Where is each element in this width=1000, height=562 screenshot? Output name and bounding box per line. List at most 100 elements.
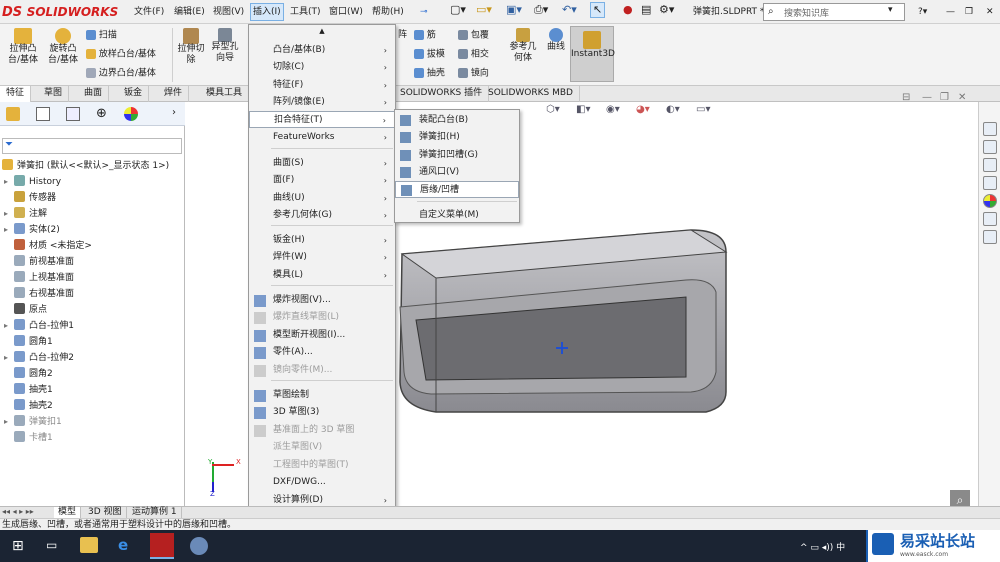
pin-icon[interactable]: ⊸ (420, 5, 428, 19)
display-manager-tab-icon[interactable] (124, 107, 138, 121)
insert-menu-item[interactable]: 钣金(H) › (249, 232, 395, 249)
insert-menu-item[interactable]: 3D 草图(3) (249, 404, 395, 421)
print-icon[interactable]: ⎙▾ (534, 3, 548, 17)
boundary-boss-button[interactable]: 边界凸台/基体 (86, 68, 156, 80)
edge-browser-icon[interactable]: e (118, 536, 128, 554)
insert-menu-item[interactable]: 特征(F) › (249, 77, 395, 94)
submenu-item[interactable]: 装配凸台(B) (395, 112, 519, 129)
insert-menu-item[interactable]: DXF/DWG... (249, 474, 395, 491)
undo-icon[interactable]: ↶▾ (562, 3, 577, 17)
insert-menu-item[interactable]: 参考几何体(G) › (249, 207, 395, 224)
insert-menu-item[interactable]: 扣合特征(T) › (249, 111, 395, 128)
config-manager-tab-icon[interactable] (66, 107, 80, 121)
extrude-cut-button[interactable]: 拉伸切 除 (174, 28, 208, 66)
intersect-button[interactable]: 相交 (458, 49, 489, 61)
insert-menu-item[interactable]: 阵列/镜像(E) › (249, 94, 395, 111)
tab-sheet-metal[interactable]: 钣金 (118, 86, 150, 102)
draft-button[interactable]: 拔模 (414, 49, 445, 61)
open-icon[interactable]: ▭▾ (476, 3, 492, 17)
insert-menu-item[interactable]: 草图绘制 (249, 387, 395, 404)
tree-item[interactable]: 圆角2 (4, 366, 53, 382)
solidworks-taskbar-icon[interactable] (150, 533, 174, 559)
wrap-button[interactable]: 包覆 (458, 30, 489, 42)
tree-root[interactable]: 弹簧扣 (默认<<默认>_显示状态 1>) (2, 158, 169, 174)
menu-help[interactable]: 帮助(H) (372, 5, 404, 19)
forum-icon[interactable] (983, 230, 997, 244)
system-tray-icons[interactable]: ^ ▭ ◂)) 中 (800, 540, 845, 553)
rib-button[interactable]: 筋 (414, 30, 436, 42)
insert-menu-item[interactable]: 零件(A)... (249, 344, 395, 361)
insert-menu-item[interactable]: 曲面(S) › (249, 155, 395, 172)
insert-menu-item[interactable]: 爆炸直线草图(L) (249, 309, 395, 326)
menu-edit[interactable]: 编辑(E) (174, 5, 205, 19)
search-box[interactable]: ⌕ 搜索知识库 ▾ (763, 3, 905, 21)
tree-item[interactable]: 原点 (4, 302, 47, 318)
resources-icon[interactable] (983, 140, 997, 154)
tree-item[interactable]: ▸ 实体(2) (4, 222, 60, 238)
submenu-item[interactable]: 弹簧扣凹槽(G) (395, 147, 519, 164)
insert-menu-item[interactable]: 工程图中的草图(T) (249, 457, 395, 474)
dimxpert-tab-icon[interactable]: ⊕ (96, 106, 107, 121)
submenu-item[interactable]: 唇缘/凹槽 (395, 181, 519, 198)
tree-item[interactable]: ▸ 凸台-拉伸1 (4, 318, 74, 334)
insert-menu-item[interactable]: 面(F) › (249, 172, 395, 189)
insert-menu-item[interactable]: 基准面上的 3D 草图 (249, 422, 395, 439)
tree-item[interactable]: 右视基准面 (4, 286, 74, 302)
save-icon[interactable]: ▣▾ (506, 3, 522, 17)
submenu-item[interactable]: 弹簧扣(H) (395, 129, 519, 146)
reference-geometry-button[interactable]: 参考几 何体 (506, 28, 540, 64)
shell-button[interactable]: 抽壳 (414, 68, 445, 80)
new-document-icon[interactable]: ▢▾ (450, 3, 466, 17)
file-explorer-icon[interactable] (983, 176, 997, 190)
chevron-right-icon[interactable]: › (172, 107, 176, 118)
hole-wizard-button[interactable]: 异型孔 向导 (208, 28, 242, 64)
tree-item[interactable]: 抽壳1 (4, 382, 53, 398)
submenu-item[interactable]: 自定义菜单(M) (395, 207, 519, 224)
insert-menu-item[interactable]: 凸台/基体(B) › (249, 42, 395, 59)
tree-item[interactable]: 传感器 (4, 190, 56, 206)
tab-mold-tools[interactable]: 模具工具 (200, 86, 250, 102)
insert-menu-item[interactable]: 模型断开视图(I)... (249, 327, 395, 344)
file-properties-icon[interactable]: ▤ (641, 3, 651, 17)
design-library-icon[interactable] (983, 158, 997, 172)
task-view-icon[interactable]: ▭ (46, 538, 57, 552)
help-icon[interactable]: ?▾ (918, 5, 927, 19)
mirror-button[interactable]: 镜向 (458, 68, 489, 80)
tab-solidworks-mbd[interactable]: SOLIDWORKS MBD (482, 86, 580, 102)
tab-surfaces[interactable]: 曲面 (78, 86, 110, 102)
expand-arrow-icon[interactable]: ▸ (4, 222, 14, 238)
submenu-item[interactable]: 通风口(V) (395, 164, 519, 181)
expand-arrow-icon[interactable]: ▸ (4, 174, 14, 190)
search-dropdown-icon[interactable]: ▾ (888, 5, 893, 15)
tab-weldments[interactable]: 焊件 (158, 86, 190, 102)
tab-sketch[interactable]: 草图 (38, 86, 70, 102)
expand-arrow-icon[interactable]: ▸ (4, 206, 14, 222)
appearances-icon[interactable] (983, 194, 997, 208)
tree-item[interactable]: 圆角1 (4, 334, 53, 350)
insert-menu-item[interactable]: 切除(C) › (249, 59, 395, 76)
tree-item[interactable]: 卡槽1 (4, 430, 53, 446)
insert-menu-item[interactable]: 爆炸视图(V)... (249, 292, 395, 309)
instant3d-button[interactable]: Instant3D (570, 26, 615, 82)
tree-item[interactable]: 前视基准面 (4, 254, 74, 270)
insert-menu-item[interactable]: 派生草图(V) (249, 439, 395, 456)
restore-icon[interactable]: ❐ (965, 5, 973, 19)
tree-item[interactable]: 抽壳2 (4, 398, 53, 414)
expand-arrow-icon[interactable]: ▸ (4, 414, 14, 430)
property-manager-tab-icon[interactable] (36, 107, 50, 121)
loft-boss-button[interactable]: 放样凸台/基体 (86, 49, 156, 61)
tree-item[interactable]: ▸ 弹簧扣1 (4, 414, 62, 430)
sweep-button[interactable]: 扫描 (86, 30, 117, 42)
app-taskbar-icon[interactable] (190, 537, 208, 555)
insert-menu-item[interactable]: FeatureWorks › (249, 129, 395, 146)
scroll-left-icon[interactable]: ◂◂ ◂ ▸ ▸▸ (2, 507, 34, 516)
tab-features[interactable]: 特征 (0, 86, 32, 102)
custom-properties-icon[interactable] (983, 212, 997, 226)
minimize-icon[interactable]: — (946, 5, 955, 19)
pattern-fragment[interactable]: 阵 (398, 30, 407, 41)
expand-arrow-icon[interactable]: ▸ (4, 350, 14, 366)
home-icon[interactable] (983, 122, 997, 136)
insert-menu-item[interactable]: 曲线(U) › (249, 190, 395, 207)
feature-tree-tab-icon[interactable] (6, 107, 20, 121)
insert-menu-item[interactable]: 模具(L) › (249, 267, 395, 284)
